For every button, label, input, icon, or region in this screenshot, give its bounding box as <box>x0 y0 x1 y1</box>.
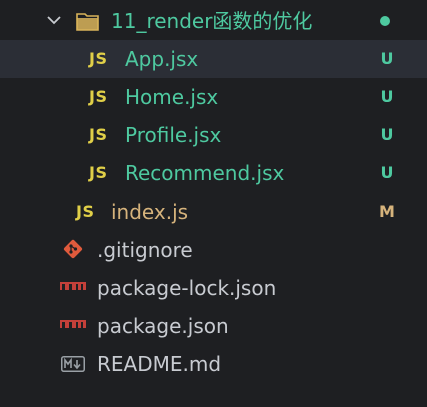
js-icon: JS <box>89 125 108 144</box>
file-name: Home.jsx <box>125 85 219 109</box>
status-dot <box>380 16 390 26</box>
git-status-badge: U <box>380 163 394 182</box>
js-icon: JS <box>76 202 95 221</box>
file-name: .gitignore <box>97 238 193 262</box>
file-row-package[interactable]: package.json <box>0 307 427 345</box>
git-icon <box>63 239 83 259</box>
folder-row[interactable]: 11_render函数的优化 <box>0 2 427 40</box>
js-icon: JS <box>89 87 108 106</box>
npm-icon <box>60 282 86 293</box>
folder-name: 11_render函数的优化 <box>111 9 313 33</box>
git-status-badge: M <box>379 202 395 221</box>
git-status-badge: U <box>380 87 394 106</box>
file-name: Profile.jsx <box>125 123 222 147</box>
chevron-down-icon[interactable] <box>46 14 62 26</box>
file-name: App.jsx <box>125 47 199 71</box>
file-name: Recommend.jsx <box>125 161 285 185</box>
file-name: index.js <box>111 200 189 224</box>
file-row-profile[interactable]: JS Profile.jsx U <box>0 116 427 154</box>
file-name: package-lock.json <box>97 276 277 300</box>
file-row-recommend[interactable]: JS Recommend.jsx U <box>0 154 427 192</box>
file-name: README.md <box>97 352 222 376</box>
file-row-readme[interactable]: README.md <box>0 345 427 383</box>
markdown-icon <box>61 356 85 372</box>
file-row-package-lock[interactable]: package-lock.json <box>0 269 427 307</box>
file-row-gitignore[interactable]: .gitignore <box>0 231 427 269</box>
npm-icon <box>60 320 86 331</box>
file-row-home[interactable]: JS Home.jsx U <box>0 78 427 116</box>
js-icon: JS <box>89 163 108 182</box>
file-row-app[interactable]: JS App.jsx U <box>0 40 427 78</box>
git-status-badge: U <box>380 49 394 68</box>
file-name: package.json <box>97 314 229 338</box>
git-status-badge: U <box>380 125 394 144</box>
js-icon: JS <box>89 49 108 68</box>
folder-open-icon <box>76 13 99 31</box>
file-explorer: 11_render函数的优化 JS App.jsx U JS Home.jsx … <box>0 0 427 407</box>
file-row-index[interactable]: JS index.js M <box>0 193 427 231</box>
